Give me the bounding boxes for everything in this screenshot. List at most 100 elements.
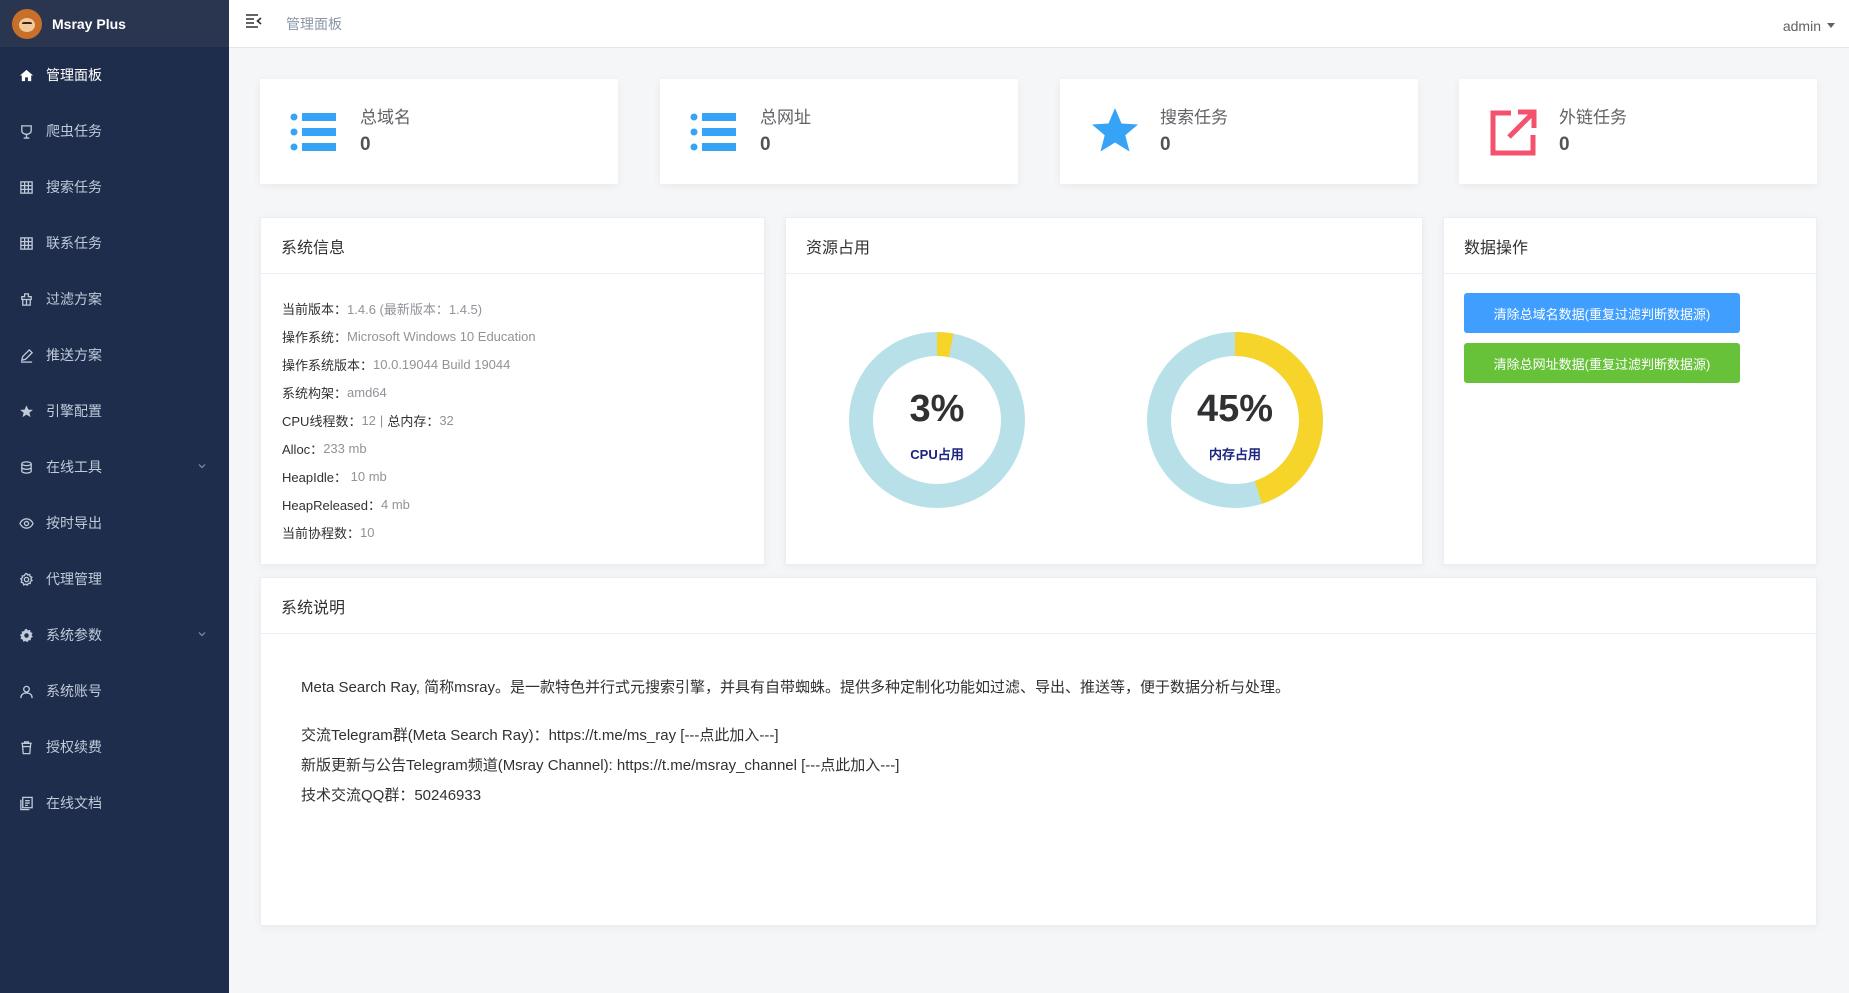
edit-icon [18,347,34,363]
sidebar-menu: 管理面板 爬虫任务 搜索任务 联系任务 过滤方案 推送方案 引擎配置 在线工具 [0,47,229,831]
clear-urls-button[interactable]: 清除总网址数据(重复过滤判断数据源) [1464,343,1740,383]
sidebar-item-online-tools[interactable]: 在线工具 [0,439,229,495]
qq-group-info: 技术交流QQ群：50246933 [301,786,482,804]
eye-icon [18,515,34,531]
hamburger-menu-icon[interactable] [245,13,263,29]
cpu-percent: 3% [909,388,965,430]
memory-usage-gauge: 45% 内存占用 [1145,330,1325,510]
stat-card-domains[interactable]: 总域名 0 [260,79,618,184]
panel-title: 数据操作 [1444,218,1816,274]
sidebar-item-label: 爬虫任务 [46,123,102,139]
panel-title: 系统说明 [261,578,1816,634]
description-intro: Meta Search Ray, 简称msray。是一款特色并行式元搜索引擎，并… [301,679,1290,696]
user-dropdown[interactable]: admin [1783,18,1835,34]
grid-icon [18,235,34,251]
sidebar-item-system-params[interactable]: 系统参数 [0,607,229,663]
sidebar: Msray Plus 管理面板 爬虫任务 搜索任务 联系任务 过滤方案 推送方案 [0,0,229,993]
stat-label: 搜索任务 [1160,108,1228,127]
sidebar-item-label: 搜索任务 [46,179,102,195]
gear-icon [18,571,34,587]
list-icon [290,113,336,151]
topbar: 管理面板 admin [229,0,1849,48]
stat-label: 外链任务 [1559,108,1627,127]
info-value: amd64 [347,384,387,400]
info-value: 10.0.19044 Build 19044 [373,356,511,372]
breadcrumb[interactable]: 管理面板 [286,14,342,34]
info-row-heapidle: HeapIdle： 10 mb [282,462,764,490]
document-icon [18,795,34,811]
info-value: 10 mb [347,468,387,484]
resource-usage-panel: 资源占用 3% CPU占用 45% 内存占用 [785,217,1423,565]
clear-domains-button[interactable]: 清除总域名数据(重复过滤判断数据源) [1464,293,1740,333]
sidebar-item-label: 过滤方案 [46,291,102,307]
sidebar-item-label: 代理管理 [46,571,102,587]
info-row-arch: 系统构架： amd64 [282,378,764,406]
panel-title: 系统信息 [261,218,764,274]
sidebar-item-license-renewal[interactable]: 授权续费 [0,719,229,775]
sidebar-item-system-accounts[interactable]: 系统账号 [0,663,229,719]
info-value: 32 [439,412,454,428]
info-label: 操作系统： [282,329,348,345]
chevron-down-icon [198,632,206,637]
info-value: 233 mb [323,440,367,456]
sidebar-item-label: 管理面板 [46,67,102,83]
info-value: 4 mb [381,496,410,512]
sidebar-item-spider-tasks[interactable]: 爬虫任务 [0,103,229,159]
info-value: 10 [360,524,375,540]
system-info-panel: 系统信息 当前版本： 1.4.6 (最新版本：1.4.5) 操作系统： Micros… [260,217,765,565]
stat-card-search-tasks[interactable]: 搜索任务 0 [1060,79,1418,184]
brand[interactable]: Msray Plus [0,0,229,47]
telegram-group-link[interactable]: 交流Telegram群(Meta Search Ray)：https://t.m… [301,719,1776,749]
info-row-os-version: 操作系统版本： 10.0.19044 Build 19044 [282,350,764,378]
data-operations-panel: 数据操作 清除总域名数据(重复过滤判断数据源) 清除总网址数据(重复过滤判断数据… [1443,217,1817,565]
filter-icon [18,291,34,307]
sidebar-item-contact-tasks[interactable]: 联系任务 [0,215,229,271]
star-icon [1092,108,1138,152]
star-icon [18,403,34,419]
info-label: CPU线程数： [282,413,362,429]
sidebar-item-engine-config[interactable]: 引擎配置 [0,383,229,439]
info-value: Microsoft Windows 10 Education [347,328,536,344]
sidebar-item-dashboard[interactable]: 管理面板 [0,47,229,103]
info-value: 1.4.6 (最新版本：1.4.5) [347,301,483,317]
sidebar-item-label: 联系任务 [46,235,102,251]
spider-icon [18,123,34,139]
external-link-icon [1490,109,1537,156]
info-row-os: 操作系统： Microsoft Windows 10 Education [282,322,764,350]
telegram-channel-link[interactable]: 新版更新与公告Telegram频道(Msray Channel): https:… [301,749,1776,779]
settings-icon [18,627,34,643]
info-separator: | [379,412,384,428]
list-icon [690,113,736,151]
sidebar-item-online-docs[interactable]: 在线文档 [0,775,229,831]
description-body: Meta Search Ray, 简称msray。是一款特色并行式元搜索引擎，并… [261,634,1816,809]
cpu-usage-gauge: 3% CPU占用 [847,330,1027,510]
info-row-version: 当前版本： 1.4.6 (最新版本：1.4.5) [282,294,764,322]
sidebar-item-label: 系统参数 [46,627,102,643]
info-row-heapreleased: HeapReleased： 4 mb [282,490,764,518]
username: admin [1782,18,1821,34]
stat-value: 0 [360,134,371,155]
info-label: 系统构架： [282,385,348,401]
info-value: 12 [361,412,376,428]
app-name: Msray Plus [52,15,126,32]
sidebar-item-search-tasks[interactable]: 搜索任务 [0,159,229,215]
memory-label: 内存占用 [1208,447,1261,462]
home-icon [18,67,34,83]
system-description-panel: 系统说明 Meta Search Ray, 简称msray。是一款特色并行式元搜… [260,577,1817,926]
stat-card-external-link-tasks[interactable]: 外链任务 0 [1459,79,1817,184]
stat-card-urls[interactable]: 总网址 0 [660,79,1018,184]
sidebar-item-label: 推送方案 [46,347,102,363]
chevron-down-icon [198,464,206,469]
info-label: 操作系统版本： [282,357,374,373]
sidebar-item-proxy-management[interactable]: 代理管理 [0,551,229,607]
info-row-goroutines: 当前协程数： 10 [282,518,764,546]
info-label: HeapIdle： [282,469,348,485]
sidebar-item-scheduled-export[interactable]: 按时导出 [0,495,229,551]
memory-percent: 45% [1196,388,1274,430]
panel-title: 资源占用 [786,218,1422,274]
sidebar-item-filter-plans[interactable]: 过滤方案 [0,271,229,327]
info-row-alloc: Alloc： 233 mb [282,434,764,462]
sidebar-item-push-plans[interactable]: 推送方案 [0,327,229,383]
stat-label: 总域名 [360,108,411,127]
stat-label: 总网址 [760,108,811,127]
